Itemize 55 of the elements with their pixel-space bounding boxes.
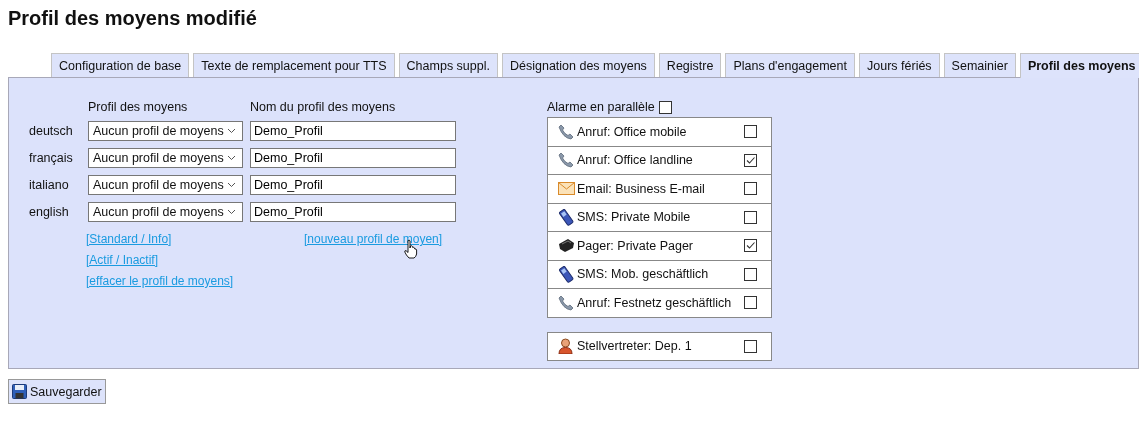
tab[interactable]: Texte de remplacement pour TTS xyxy=(193,53,395,77)
language-label: français xyxy=(29,151,74,165)
column-header: Profil des moyens xyxy=(88,100,189,114)
language-label: italiano xyxy=(29,178,70,192)
tab[interactable]: Profil des moyens xyxy=(1019,53,1139,78)
checkbox[interactable] xyxy=(744,125,757,139)
column-header: Nom du profil des moyens xyxy=(250,100,397,114)
tab[interactable]: Jours fériés xyxy=(859,53,940,77)
checkbox[interactable] xyxy=(658,100,672,114)
page-title: Profil des moyens modifié xyxy=(8,6,258,31)
chevron-down-icon xyxy=(227,209,236,215)
media-label: SMS: Private Mobile xyxy=(577,210,692,225)
person-icon xyxy=(558,338,573,355)
profile-name-field[interactable]: Demo_Profil xyxy=(250,175,456,195)
checkbox[interactable] xyxy=(744,296,757,310)
tab[interactable]: Plans d'engagement xyxy=(725,53,855,77)
media-label: Anruf: Office mobile xyxy=(577,124,688,139)
checkbox[interactable] xyxy=(744,182,757,196)
profile-name-field[interactable]: Demo_Profil xyxy=(250,202,456,222)
media-label: Pager: Private Pager xyxy=(577,238,695,253)
tab[interactable]: Configuration de base xyxy=(51,53,190,77)
chevron-down-icon xyxy=(227,182,236,188)
phone-icon xyxy=(558,294,574,311)
media-label: SMS: Mob. geschäftlich xyxy=(577,267,710,282)
checkbox[interactable] xyxy=(744,267,757,281)
deputy-label: Stellvertreter: Dep. 1 xyxy=(577,339,693,354)
language-label: deutsch xyxy=(29,124,74,138)
checkbox[interactable] xyxy=(744,153,757,167)
chevron-down-icon xyxy=(227,128,236,134)
tab[interactable]: Registre xyxy=(658,53,722,77)
profile-name-field[interactable]: Demo_Profil xyxy=(250,121,456,141)
profile-name-field[interactable]: Demo_Profil xyxy=(250,148,456,168)
profile-dropdown[interactable]: Aucun profil de moyens xyxy=(88,121,243,141)
media-label: Anruf: Office landline xyxy=(577,153,694,168)
phone-icon xyxy=(558,152,574,169)
pager-icon xyxy=(558,238,575,254)
parallel-alarm-label: Alarme en parallèle xyxy=(547,100,655,114)
media-label: Email: Business E-mail xyxy=(577,181,706,196)
save-button[interactable]: Sauvegarder xyxy=(8,379,106,404)
checkbox[interactable] xyxy=(744,239,757,253)
tab[interactable]: Champs suppl. xyxy=(398,53,498,77)
mobile-phone-icon xyxy=(558,208,574,226)
checkbox[interactable] xyxy=(744,210,757,224)
phone-icon xyxy=(558,123,574,140)
profile-dropdown[interactable]: Aucun profil de moyens xyxy=(88,175,243,195)
checkbox[interactable] xyxy=(744,339,757,353)
profile-dropdown[interactable]: Aucun profil de moyens xyxy=(88,148,243,168)
mobile-phone-icon xyxy=(558,265,574,283)
tab[interactable]: Désignation des moyens xyxy=(501,53,655,77)
envelope-icon xyxy=(558,182,575,196)
chevron-down-icon xyxy=(227,155,236,161)
language-label: english xyxy=(29,205,70,219)
profile-dropdown[interactable]: Aucun profil de moyens xyxy=(88,202,243,222)
tab[interactable]: Semainier xyxy=(943,53,1016,77)
media-label: Anruf: Festnetz geschäftlich xyxy=(577,295,733,310)
